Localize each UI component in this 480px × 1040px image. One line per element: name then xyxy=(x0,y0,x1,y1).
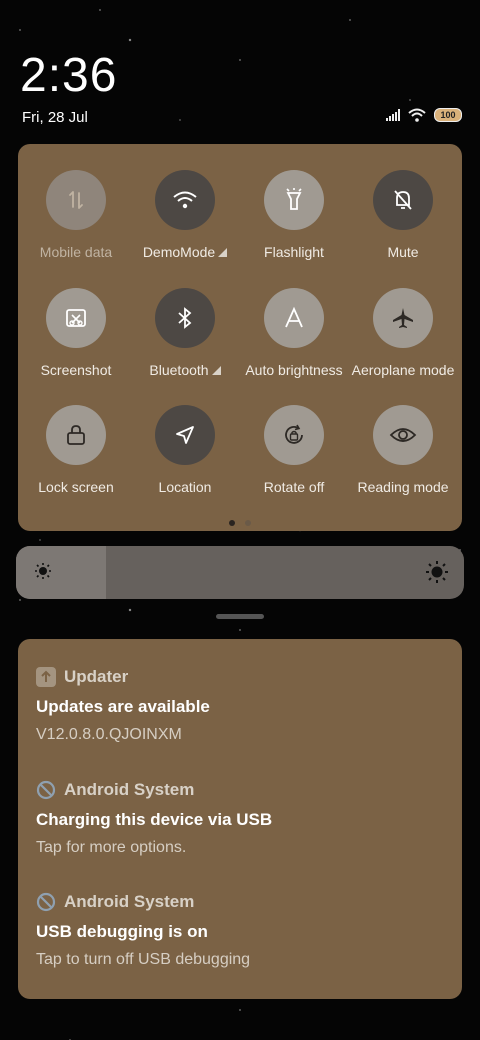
tile-flashlight[interactable]: Flashlight xyxy=(239,170,349,260)
notification-item[interactable]: Updater Updates are available V12.0.8.0.… xyxy=(36,667,446,744)
notification-header: Android System xyxy=(36,780,446,800)
notification-app-name: Android System xyxy=(64,892,195,911)
page-dot-active xyxy=(229,520,235,526)
notification-title: Updates are available xyxy=(36,697,210,716)
mute-bell-icon xyxy=(373,170,433,230)
updater-icon xyxy=(36,667,56,687)
tile-location[interactable]: Location xyxy=(130,405,240,495)
tile-label: Lock screen xyxy=(38,479,114,495)
wifi-icon xyxy=(155,170,215,230)
android-system-icon xyxy=(36,780,56,800)
tile-demomode[interactable]: DemoMode xyxy=(130,170,240,260)
tile-screenshot[interactable]: Screenshot xyxy=(21,288,131,378)
notification-panel: Updater Updates are available V12.0.8.0.… xyxy=(18,639,462,999)
battery-icon: 100 xyxy=(434,108,462,122)
brightness-slider[interactable] xyxy=(16,546,464,599)
tile-label: DemoMode xyxy=(130,244,240,260)
notification-app-name: Updater xyxy=(64,667,129,686)
tile-rotate-off[interactable]: Rotate off xyxy=(239,405,349,495)
tile-label: Screenshot xyxy=(40,362,112,378)
expand-triangle-icon xyxy=(211,366,221,375)
wifi-status-icon xyxy=(408,108,426,122)
tile-label: Mute xyxy=(387,244,419,260)
tile-label: Location xyxy=(158,479,212,495)
tile-label: Bluetooth xyxy=(130,362,240,378)
expand-triangle-icon xyxy=(218,248,228,257)
date: Fri, 28 Jul xyxy=(22,109,88,126)
notification-app-name: Android System xyxy=(64,780,195,799)
notification-header: Updater xyxy=(36,667,446,687)
tile-auto-brightness[interactable]: Auto brightness xyxy=(239,288,349,378)
page-indicator xyxy=(18,520,462,526)
notification-item[interactable]: Android System USB debugging is on Tap t… xyxy=(36,892,446,969)
tile-label: Aeroplane mode xyxy=(351,362,455,378)
eye-icon xyxy=(373,405,433,465)
screenshot-icon xyxy=(46,288,106,348)
tile-bluetooth[interactable]: Bluetooth xyxy=(130,288,240,378)
notification-title: Charging this device via USB xyxy=(36,810,273,829)
lock-icon xyxy=(46,405,106,465)
quick-settings-panel: Mobile data DemoMode Flashlight Mute Scr… xyxy=(18,144,462,531)
rotate-lock-icon xyxy=(264,405,324,465)
brightness-high-icon xyxy=(426,561,448,583)
bluetooth-icon xyxy=(155,288,215,348)
status-icons: 100 xyxy=(386,108,462,122)
flashlight-icon xyxy=(264,170,324,230)
location-icon xyxy=(155,405,215,465)
page-dot xyxy=(245,520,251,526)
notification-text: Tap for more options. xyxy=(36,839,187,856)
status-bar: 2:36 Fri, 28 Jul 100 xyxy=(0,0,480,135)
tile-label: Rotate off xyxy=(263,479,325,495)
notification-text: V12.0.8.0.QJOINXM xyxy=(36,726,182,743)
tile-mute[interactable]: Mute xyxy=(348,170,458,260)
brightness-fill xyxy=(16,546,106,599)
tile-mobile-data[interactable]: Mobile data xyxy=(21,170,131,260)
tile-label: Mobile data xyxy=(39,244,113,260)
notification-text: Tap to turn off USB debugging xyxy=(36,951,251,968)
mobile-data-icon xyxy=(46,170,106,230)
tile-label: Flashlight xyxy=(264,244,324,260)
tile-label: Auto brightness xyxy=(245,362,343,378)
drag-handle[interactable] xyxy=(216,614,264,619)
android-system-icon xyxy=(36,892,56,912)
brightness-low-icon xyxy=(35,563,51,579)
notification-header: Android System xyxy=(36,892,446,912)
notification-title: USB debugging is on xyxy=(36,922,208,941)
tile-aeroplane-mode[interactable]: Aeroplane mode xyxy=(348,288,458,378)
signal-icon xyxy=(386,109,400,121)
airplane-icon xyxy=(373,288,433,348)
notification-item[interactable]: Android System Charging this device via … xyxy=(36,780,446,857)
tile-label: Reading mode xyxy=(357,479,449,495)
tile-lock-screen[interactable]: Lock screen xyxy=(21,405,131,495)
tile-reading-mode[interactable]: Reading mode xyxy=(348,405,458,495)
auto-brightness-icon xyxy=(264,288,324,348)
clock: 2:36 xyxy=(20,49,118,102)
